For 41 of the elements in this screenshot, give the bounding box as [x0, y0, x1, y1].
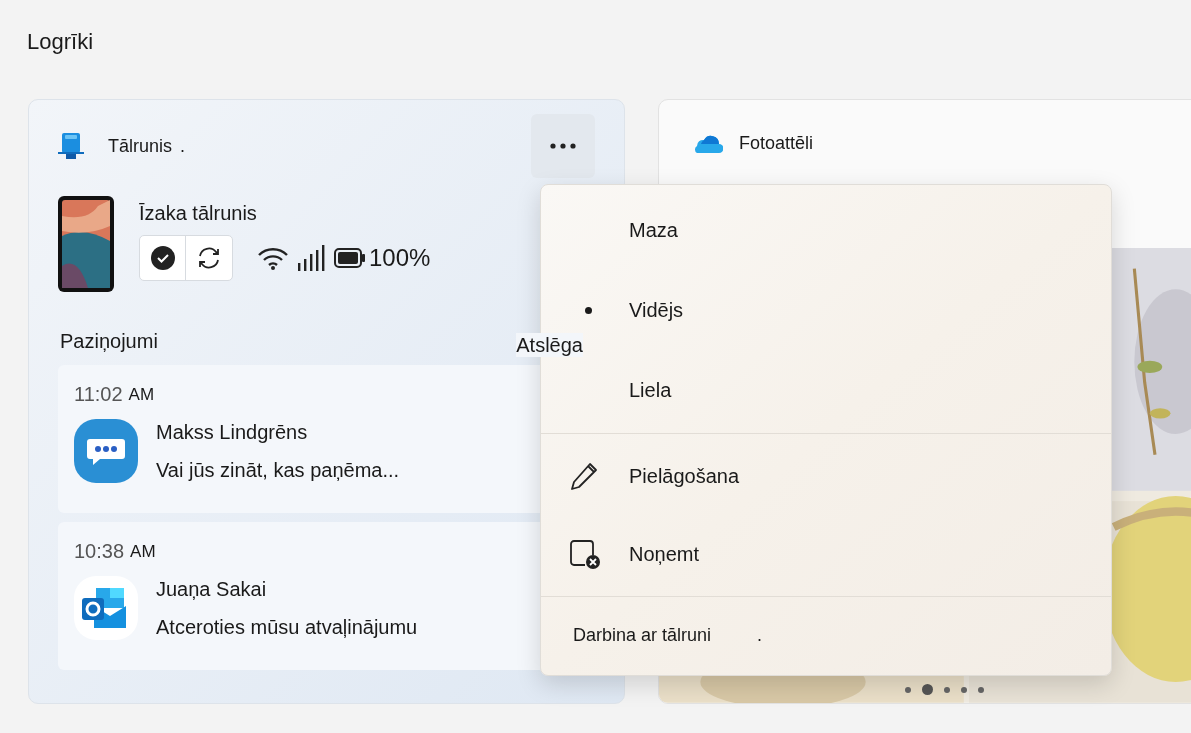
menu-item[interactable]: Pielāgošana	[541, 437, 1111, 515]
notification-time: 10:38	[74, 540, 125, 562]
title-mark: .	[180, 134, 186, 158]
battery-level: 100%	[369, 243, 431, 273]
notification-time: 11:02	[74, 383, 123, 405]
menu-item-label: Vidējs	[629, 298, 684, 323]
menu-item-label: Liela	[629, 378, 672, 403]
footer-mark: .	[757, 623, 763, 647]
device-name: Īzaka tālrunis	[139, 201, 258, 226]
menu-item[interactable]: Noņemt	[541, 515, 1111, 593]
section-heading: Paziņojumi	[60, 329, 158, 353]
menu-item[interactable]: Vidējs	[541, 286, 1111, 334]
key-label: Atslēga	[516, 333, 583, 357]
sender-name: Makss Lindgrēns	[156, 420, 309, 445]
message-preview: Vai jūs zināt, kas paņēma...	[156, 458, 400, 483]
menu-item[interactable]: Liela	[541, 366, 1111, 414]
message-preview: Atceroties mūsu atvaļinājumu	[156, 615, 418, 640]
phone-app-icon	[58, 132, 84, 160]
page-title: Logrīki	[27, 28, 94, 56]
mail-app-icon	[74, 576, 138, 640]
battery-icon	[334, 248, 366, 268]
notification-card[interactable]: 11:02 AM Makss Lindgrēns Vai jūs zināt, kas paņēma...	[58, 365, 540, 513]
remove-widget-icon	[569, 539, 601, 569]
chat-bubble-icon	[74, 419, 138, 483]
signal-icon	[297, 245, 325, 271]
widget-title: Fotoattēli	[739, 131, 814, 155]
footer-label: Darbina ar tālruni	[573, 623, 712, 647]
notification-card[interactable]: 10:38 AM Juaņa Sakai Atceroties mūsu atvaļinājumu	[58, 522, 540, 670]
menu-item-label: Maza	[629, 218, 678, 243]
widget-title: Tālrunis	[108, 134, 173, 158]
notification-period: AM	[128, 385, 155, 405]
menu-item-label: Pielāgošana	[629, 464, 740, 489]
more-icon	[550, 143, 576, 149]
check-circle-icon	[150, 246, 175, 270]
menu-item[interactable]: Maza	[541, 206, 1111, 254]
pencil-icon	[569, 461, 599, 491]
notification-period: AM	[130, 542, 156, 562]
sync-icon	[196, 245, 222, 271]
sender-name: Juaņa Sakai	[156, 577, 268, 602]
menu-item-label: Noņemt	[629, 542, 700, 567]
wifi-icon	[257, 246, 289, 270]
